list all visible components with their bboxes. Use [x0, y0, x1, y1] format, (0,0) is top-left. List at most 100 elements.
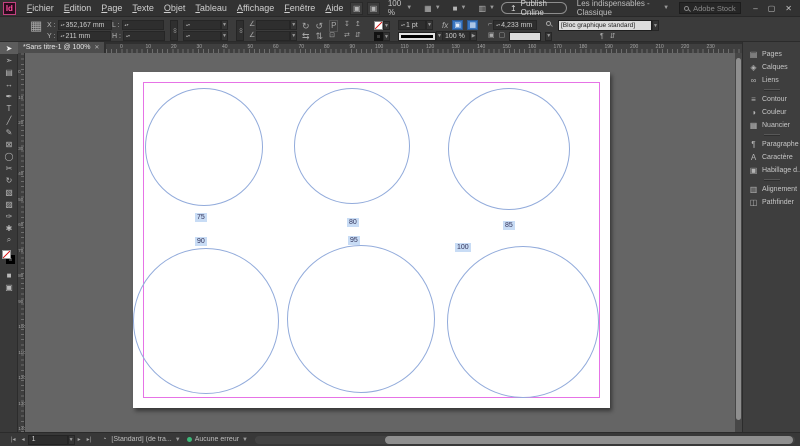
- ellipse-frame[interactable]: [294, 88, 410, 204]
- page-tool[interactable]: ▤: [0, 66, 18, 78]
- object-style-combo[interactable]: [Bloc graphique standard]: [558, 20, 652, 31]
- measurement-label[interactable]: 85: [503, 221, 515, 230]
- panel-button-habillage-d-[interactable]: ▣ Habillage d...: [743, 164, 800, 177]
- stepper-icon[interactable]: ▴▾: [61, 23, 65, 27]
- x-position-field[interactable]: ▴▾ 352,167 mm: [57, 20, 112, 30]
- last-page-button[interactable]: ▸|: [84, 436, 95, 443]
- paragraph-styles-icon[interactable]: ¶: [600, 32, 604, 42]
- center-content-icon[interactable]: ⇄: [344, 31, 350, 41]
- rotate-cw-icon[interactable]: ↻: [302, 21, 310, 31]
- menu-page[interactable]: Page: [96, 3, 127, 13]
- workspace-switcher[interactable]: Les indispensables - Classique ▼: [577, 0, 669, 17]
- line-tool[interactable]: ╱: [0, 114, 18, 126]
- pencil-tool[interactable]: ✎: [0, 126, 18, 138]
- chevron-down-icon[interactable]: ▼: [242, 437, 248, 443]
- constrain-dimensions-icon[interactable]: ∞: [170, 20, 178, 41]
- chevron-down-icon[interactable]: ▼: [383, 21, 390, 30]
- text-wrap-none-icon[interactable]: ▣: [488, 31, 495, 41]
- fill-swatch-none[interactable]: [374, 21, 383, 30]
- gradient-tool[interactable]: ▧: [0, 186, 18, 198]
- close-button[interactable]: ✕: [785, 4, 792, 13]
- free-transform-tool[interactable]: ↻: [0, 174, 18, 186]
- fill-none-swatch[interactable]: [2, 250, 11, 259]
- previous-page-button[interactable]: ◂: [19, 436, 28, 443]
- measurement-label[interactable]: 75: [195, 213, 207, 222]
- document-page[interactable]: 75 80 85 90 95 100: [133, 72, 610, 408]
- chevron-down-icon[interactable]: ▼: [175, 437, 181, 443]
- constrain-scale-icon[interactable]: ∞: [236, 20, 244, 41]
- frame-edges-toggle-button[interactable]: ▦: [467, 20, 479, 30]
- menu-texte[interactable]: Texte: [127, 3, 159, 13]
- ellipse-frame[interactable]: [287, 245, 435, 393]
- stock-icon[interactable]: ▣: [367, 1, 380, 15]
- view-mode-button[interactable]: ▣: [0, 281, 18, 293]
- arrange-documents-combo[interactable]: ▥ ▼: [478, 4, 495, 13]
- stroke-swatch[interactable]: [374, 32, 383, 41]
- select-container-icon[interactable]: ⊡: [329, 31, 335, 41]
- rectangle-frame-tool[interactable]: ⊠: [0, 138, 18, 150]
- ellipse-frame[interactable]: [133, 248, 279, 394]
- corner-radius-field[interactable]: ▴▾ 4,233 mm: [493, 20, 538, 30]
- chevron-down-icon[interactable]: ▼: [426, 20, 433, 30]
- flip-vertical-icon[interactable]: ⇅: [316, 31, 324, 41]
- gradient-feather-tool[interactable]: ▨: [0, 198, 18, 210]
- first-page-button[interactable]: |◂: [8, 436, 19, 443]
- panel-button-calques[interactable]: ◈ Calques: [743, 61, 800, 74]
- view-options-combo[interactable]: ▦ ▼: [424, 4, 441, 13]
- quick-apply-icon[interactable]: [546, 21, 551, 26]
- chevron-down-icon[interactable]: ▼: [221, 20, 228, 30]
- height-field[interactable]: ▴▾: [122, 31, 165, 41]
- panel-button-caract-re[interactable]: A Caractère: [743, 151, 800, 164]
- measurement-label[interactable]: 100: [455, 243, 471, 252]
- horizontal-ruler[interactable]: 0 10 20 30 40 50 60 70 80 90 100 110 120 130 140 150 160…: [106, 44, 742, 53]
- hand-tool[interactable]: ✱: [0, 222, 18, 234]
- text-wrap-shape-icon[interactable]: ▢: [499, 31, 506, 41]
- stepper-icon[interactable]: ▴▾: [186, 34, 190, 38]
- chevron-right-icon[interactable]: ▶: [470, 31, 477, 41]
- stepper-icon[interactable]: ▴▾: [125, 23, 129, 27]
- apply-color-button[interactable]: ■: [0, 269, 18, 281]
- ellipse-frame[interactable]: [448, 88, 570, 210]
- fit-frame-icon[interactable]: ↥: [355, 20, 361, 30]
- stepper-icon[interactable]: ▴▾: [496, 23, 500, 27]
- rotation-angle-field[interactable]: [256, 20, 291, 30]
- shear-angle-field[interactable]: [256, 31, 291, 41]
- next-page-button[interactable]: ▸: [75, 436, 84, 443]
- stroke-type-preview[interactable]: [398, 31, 436, 41]
- panel-button-couleur[interactable]: ◑ Couleur: [743, 106, 800, 119]
- panel-options-icon[interactable]: ⇵: [610, 32, 616, 42]
- direct-selection-tool[interactable]: ➣: [0, 54, 18, 66]
- menu-fenêtre[interactable]: Fenêtre: [279, 3, 320, 13]
- menu-fichier[interactable]: Fichier: [22, 3, 59, 13]
- panel-button-alignement[interactable]: ▥ Alignement: [743, 183, 800, 196]
- page-number-field[interactable]: 1: [27, 434, 68, 445]
- chevron-down-icon[interactable]: ▼: [221, 31, 228, 41]
- minimize-button[interactable]: –: [753, 4, 757, 13]
- preview-toggle-button[interactable]: ▣: [452, 20, 464, 30]
- menu-tableau[interactable]: Tableau: [190, 3, 232, 13]
- close-icon[interactable]: ✕: [94, 44, 99, 51]
- rotate-ccw-icon[interactable]: ↺: [316, 21, 324, 31]
- fill-frame-icon[interactable]: ⇵: [355, 31, 361, 41]
- menu-edition[interactable]: Edition: [59, 3, 97, 13]
- menu-aide[interactable]: Aide: [320, 3, 348, 13]
- eyedropper-tool[interactable]: ✑: [0, 210, 18, 222]
- panel-button-pathfinder[interactable]: ◫ Pathfinder: [743, 196, 800, 209]
- ellipse-frame[interactable]: [145, 88, 263, 206]
- pasteboard[interactable]: 75 80 85 90 95 100: [25, 53, 735, 432]
- panel-button-liens[interactable]: ∞ Liens: [743, 74, 800, 87]
- y-position-field[interactable]: ▴▾ 211 mm: [57, 31, 112, 41]
- scale-x-field[interactable]: ▴▾: [183, 20, 221, 30]
- width-field[interactable]: ▴▾: [121, 20, 164, 30]
- horizontal-scrollbar-thumb[interactable]: [385, 436, 793, 444]
- document-tab[interactable]: *Sans titre-1 @ 100% ✕: [18, 42, 105, 53]
- stepper-icon[interactable]: ▴▾: [401, 23, 405, 27]
- error-status-label[interactable]: Aucune erreur: [195, 436, 239, 443]
- vertical-scrollbar-thumb[interactable]: [736, 58, 741, 420]
- fill-stroke-swatches[interactable]: [0, 249, 18, 267]
- panel-button-nuancier[interactable]: ▦ Nuancier: [743, 119, 800, 132]
- chevron-down-icon[interactable]: ▼: [290, 31, 298, 41]
- selection-tool[interactable]: ➤: [0, 42, 18, 54]
- panel-button-contour[interactable]: ≡ Contour: [743, 93, 800, 106]
- measurement-label[interactable]: 80: [347, 218, 359, 227]
